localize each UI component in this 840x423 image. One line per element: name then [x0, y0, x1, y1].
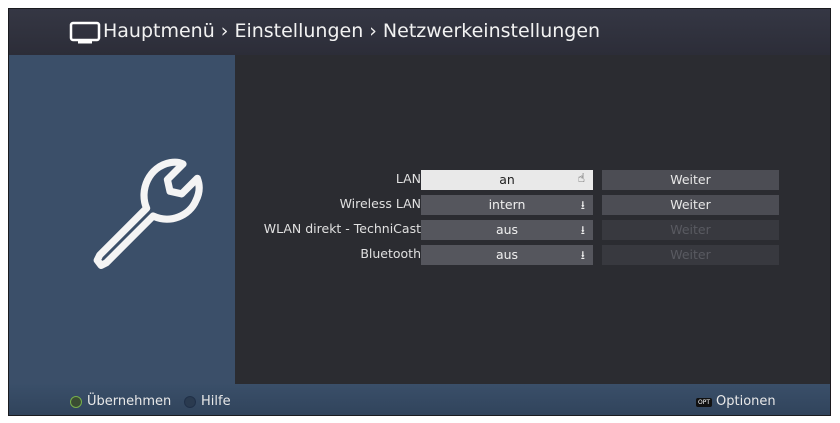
setting-label: WLAN direkt - TechniCast	[263, 221, 421, 236]
setting-value: aus	[495, 222, 519, 237]
arrow-down-icon: ⭳	[580, 248, 585, 262]
arrow-down-icon: ⭳	[580, 198, 585, 212]
menu-window: Hauptmenü › Einstellungen › Netzwerkeins…	[8, 8, 831, 416]
lan-select[interactable]: an ☝	[421, 170, 593, 190]
opt-key-icon: OPT	[696, 398, 712, 407]
setting-row-lan: LAN an ☝ Weiter	[235, 170, 830, 190]
wireless-lan-weiter-button[interactable]: Weiter	[602, 195, 779, 215]
arrow-down-icon: ⭳	[580, 223, 585, 237]
wireless-lan-select[interactable]: intern ⭳	[421, 195, 593, 215]
bluetooth-select[interactable]: aus ⭳	[421, 245, 593, 265]
setting-row-wireless-lan: Wireless LAN intern ⭳ Weiter	[235, 195, 830, 215]
footer-bar: Übernehmen Hilfe OPT Optionen	[9, 384, 830, 415]
setting-label: Bluetooth	[360, 246, 421, 261]
options-label[interactable]: Optionen	[716, 394, 776, 409]
breadcrumb: Hauptmenü › Einstellungen › Netzwerkeins…	[103, 20, 601, 42]
setting-label: LAN	[395, 171, 421, 186]
setting-value: an	[499, 172, 515, 187]
setting-label: Wireless LAN	[339, 196, 421, 211]
help-label[interactable]: Hilfe	[201, 394, 231, 409]
tv-icon	[69, 21, 101, 44]
setting-value: aus	[495, 247, 519, 262]
hand-pointer-icon: ☝	[577, 171, 585, 185]
blue-button-icon[interactable]	[184, 396, 196, 408]
setting-row-wlan-direkt: WLAN direkt - TechniCast aus ⭳ Weiter	[235, 220, 830, 240]
green-button-icon[interactable]	[70, 396, 82, 408]
side-panel	[9, 55, 235, 384]
wlan-direkt-weiter-button: Weiter	[602, 220, 779, 240]
bluetooth-weiter-button: Weiter	[602, 245, 779, 265]
setting-row-bluetooth: Bluetooth aus ⭳ Weiter	[235, 245, 830, 265]
wrench-icon	[93, 158, 203, 269]
header-bar: Hauptmenü › Einstellungen › Netzwerkeins…	[9, 9, 830, 55]
lan-weiter-button[interactable]: Weiter	[602, 170, 779, 190]
apply-label[interactable]: Übernehmen	[87, 394, 171, 409]
settings-panel: LAN an ☝ Weiter Wireless LAN intern ⭳ We…	[235, 55, 830, 384]
wlan-direkt-select[interactable]: aus ⭳	[421, 220, 593, 240]
setting-value: intern	[488, 197, 526, 212]
